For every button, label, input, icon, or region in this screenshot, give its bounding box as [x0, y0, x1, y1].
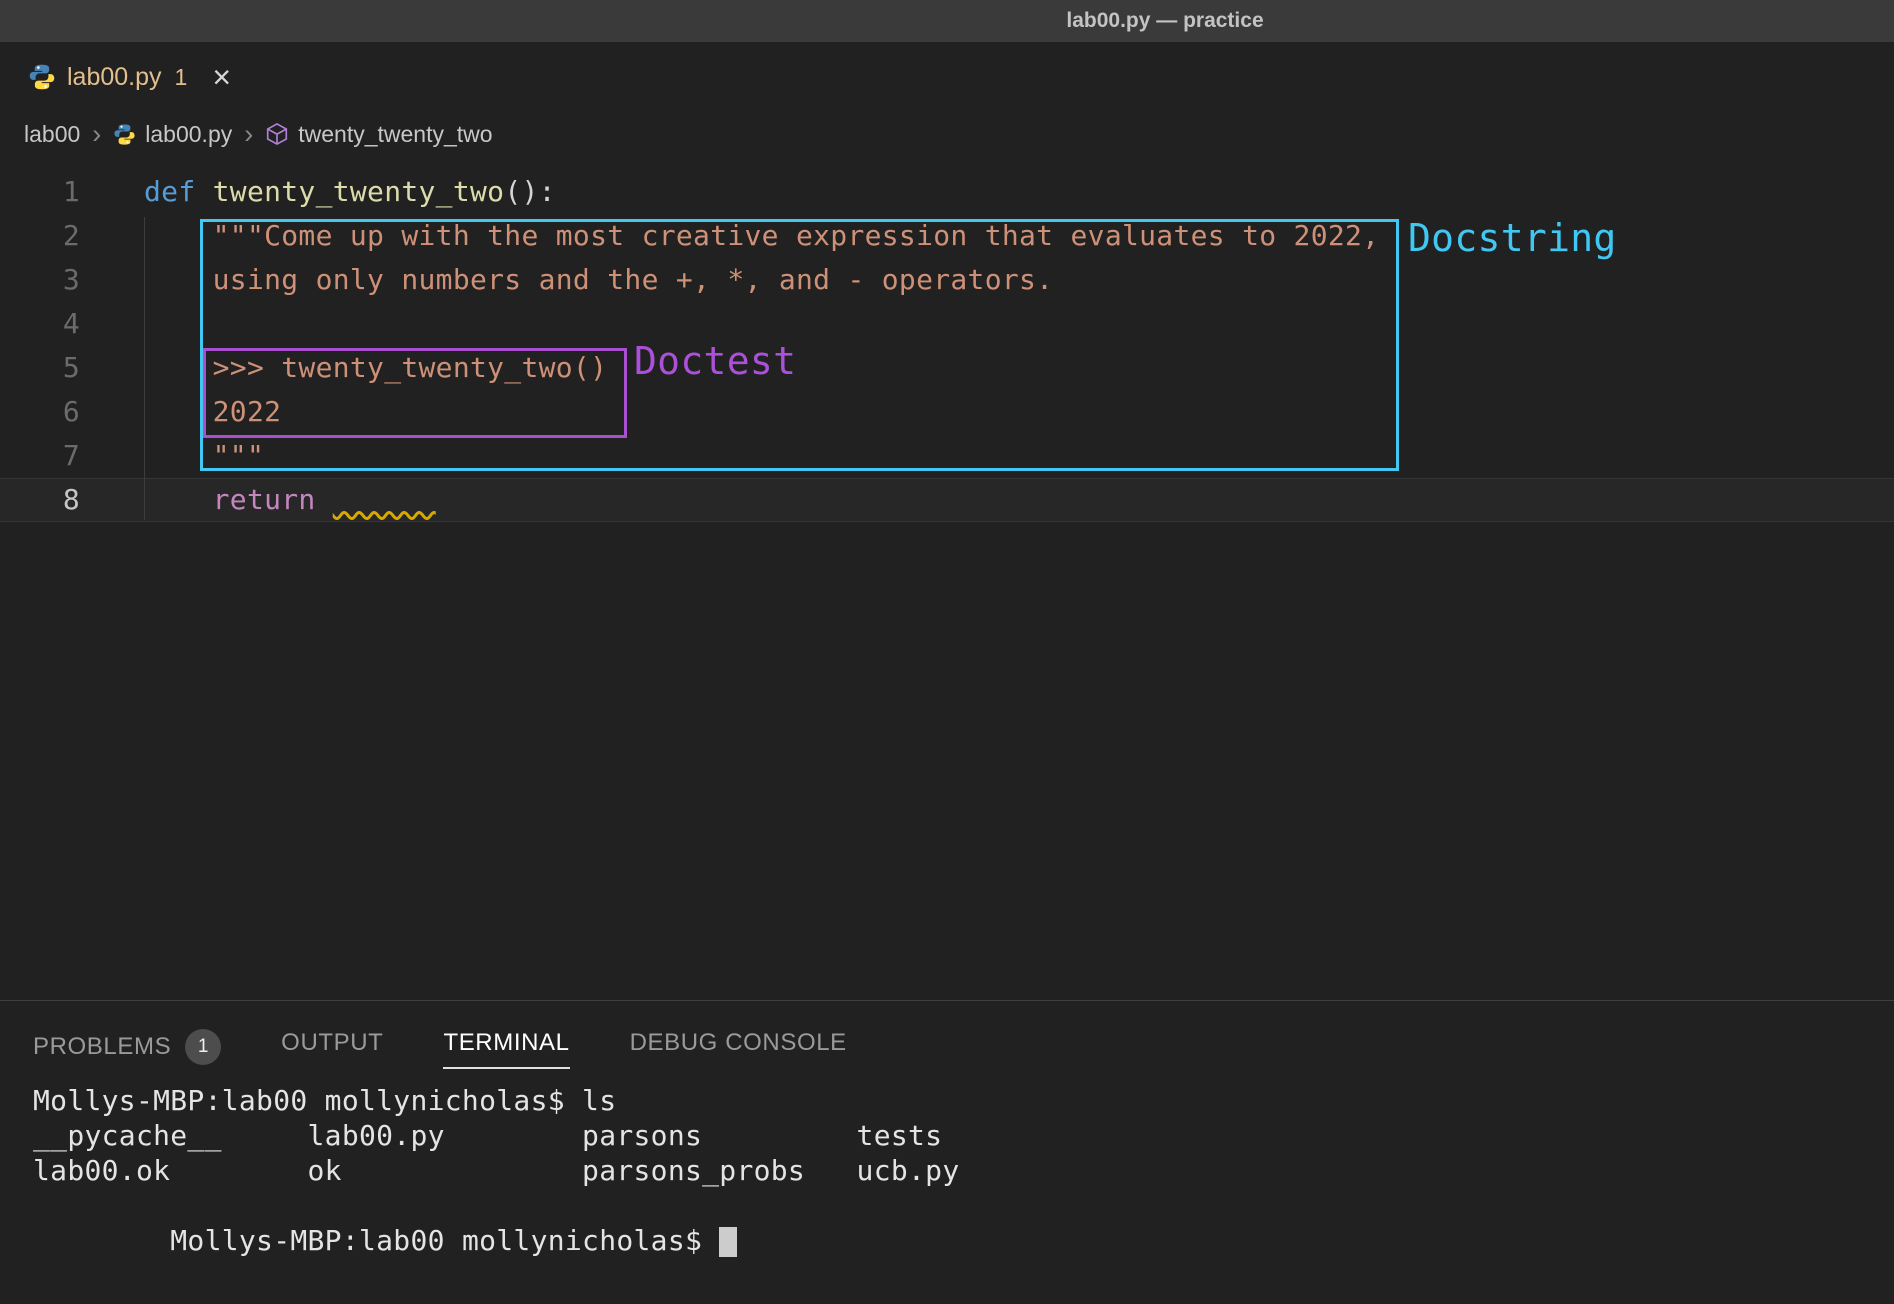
- code-token: using only numbers and the +, *, and - o…: [144, 263, 1053, 296]
- breadcrumb-symbol[interactable]: twenty_twenty_two: [298, 121, 492, 148]
- code-line-row[interactable]: 8 return: [0, 478, 1894, 522]
- tab-debug-console[interactable]: DEBUG CONSOLE: [630, 1029, 847, 1067]
- bottom-panel: PROBLEMS 1 OUTPUT TERMINAL DEBUG CONSOLE…: [0, 1000, 1894, 1304]
- terminal-output: Mollys-MBP:lab00 mollynicholas$ ls__pyca…: [33, 1083, 1894, 1188]
- line-number: 2: [0, 214, 80, 258]
- terminal-line: Mollys-MBP:lab00 mollynicholas$ ls: [33, 1083, 1894, 1118]
- code-line-row[interactable]: 3 using only numbers and the +, *, and -…: [0, 258, 1894, 302]
- terminal-cursor: [719, 1227, 737, 1257]
- line-number: 5: [0, 346, 80, 390]
- code-line-row[interactable]: 6 2022: [0, 390, 1894, 434]
- line-number: 8: [0, 478, 80, 522]
- tab-output[interactable]: OUTPUT: [281, 1029, 383, 1067]
- code-token: """: [144, 439, 264, 472]
- vscode-window: lab00.py — practice lab00.py 1 × lab00 ›: [0, 0, 1894, 1304]
- tab-problems[interactable]: PROBLEMS 1: [33, 1029, 221, 1075]
- terminal-line: lab00.ok ok parsons_probs ucb.py: [33, 1153, 1894, 1188]
- code-line[interactable]: return: [80, 478, 1894, 522]
- line-number: 1: [0, 170, 80, 214]
- code-token: [316, 483, 333, 516]
- breadcrumb-folder[interactable]: lab00: [24, 121, 80, 148]
- code-token: return: [213, 483, 316, 516]
- close-icon[interactable]: ×: [212, 61, 231, 93]
- code-line-row[interactable]: 1def twenty_twenty_two():: [0, 170, 1894, 214]
- chevron-right-icon: ›: [92, 121, 101, 148]
- breadcrumb-file[interactable]: lab00.py: [145, 121, 232, 148]
- terminal-line: __pycache__ lab00.py parsons tests: [33, 1118, 1894, 1153]
- symbol-module-icon: [265, 122, 289, 146]
- title-bar: lab00.py — practice: [0, 0, 1894, 42]
- code-token: [144, 483, 213, 516]
- python-icon: [28, 63, 56, 91]
- code-token: >>> twenty_twenty_two(): [144, 351, 607, 384]
- code-line[interactable]: using only numbers and the +, *, and - o…: [80, 258, 1894, 302]
- code-rows: 1def twenty_twenty_two():2 """Come up wi…: [0, 170, 1894, 522]
- tab-terminal[interactable]: TERMINAL: [443, 1029, 569, 1069]
- code-token: 2022: [144, 395, 281, 428]
- chevron-right-icon: ›: [244, 121, 253, 148]
- tab-dirty-count: 1: [175, 64, 188, 91]
- code-line-row[interactable]: 7 """: [0, 434, 1894, 478]
- code-line[interactable]: >>> twenty_twenty_two(): [80, 346, 1894, 390]
- indent-guide: [144, 217, 145, 520]
- breadcrumb: lab00 › lab00.py › twenty_twenty_two: [0, 112, 1894, 156]
- problems-count-badge: 1: [185, 1029, 221, 1065]
- line-number: 7: [0, 434, 80, 478]
- code-line[interactable]: def twenty_twenty_two():: [80, 170, 1894, 214]
- code-token: def: [144, 175, 213, 208]
- code-line[interactable]: """: [80, 434, 1894, 478]
- tab-problems-label: PROBLEMS: [33, 1033, 171, 1061]
- code-token: ():: [504, 175, 555, 208]
- code-token: """Come up with the most creative expres…: [144, 219, 1379, 252]
- tab-bar: lab00.py 1 ×: [0, 42, 1894, 112]
- window-title: lab00.py — practice: [1066, 9, 1263, 33]
- code-line[interactable]: """Come up with the most creative expres…: [80, 214, 1894, 258]
- panel-tab-bar: PROBLEMS 1 OUTPUT TERMINAL DEBUG CONSOLE: [0, 1001, 1894, 1075]
- editor[interactable]: 1def twenty_twenty_two():2 """Come up wi…: [0, 156, 1894, 1000]
- code-line-row[interactable]: 2 """Come up with the most creative expr…: [0, 214, 1894, 258]
- line-number: 6: [0, 390, 80, 434]
- code-line[interactable]: [80, 302, 1894, 346]
- code-token: twenty_twenty_two: [213, 175, 505, 208]
- terminal[interactable]: Mollys-MBP:lab00 mollynicholas$ ls__pyca…: [0, 1083, 1894, 1223]
- code-line-row[interactable]: 5 >>> twenty_twenty_two(): [0, 346, 1894, 390]
- line-number: 4: [0, 302, 80, 346]
- python-icon: [113, 123, 136, 146]
- code-line[interactable]: 2022: [80, 390, 1894, 434]
- tab-label: lab00.py: [67, 63, 162, 92]
- code-line-row[interactable]: 4: [0, 302, 1894, 346]
- tab-lab00py[interactable]: lab00.py 1 ×: [0, 42, 253, 112]
- terminal-prompt: Mollys-MBP:lab00 mollynicholas$: [170, 1224, 719, 1257]
- line-number: 3: [0, 258, 80, 302]
- code-token: [333, 483, 436, 516]
- terminal-prompt-line: Mollys-MBP:lab00 mollynicholas$: [33, 1188, 1894, 1223]
